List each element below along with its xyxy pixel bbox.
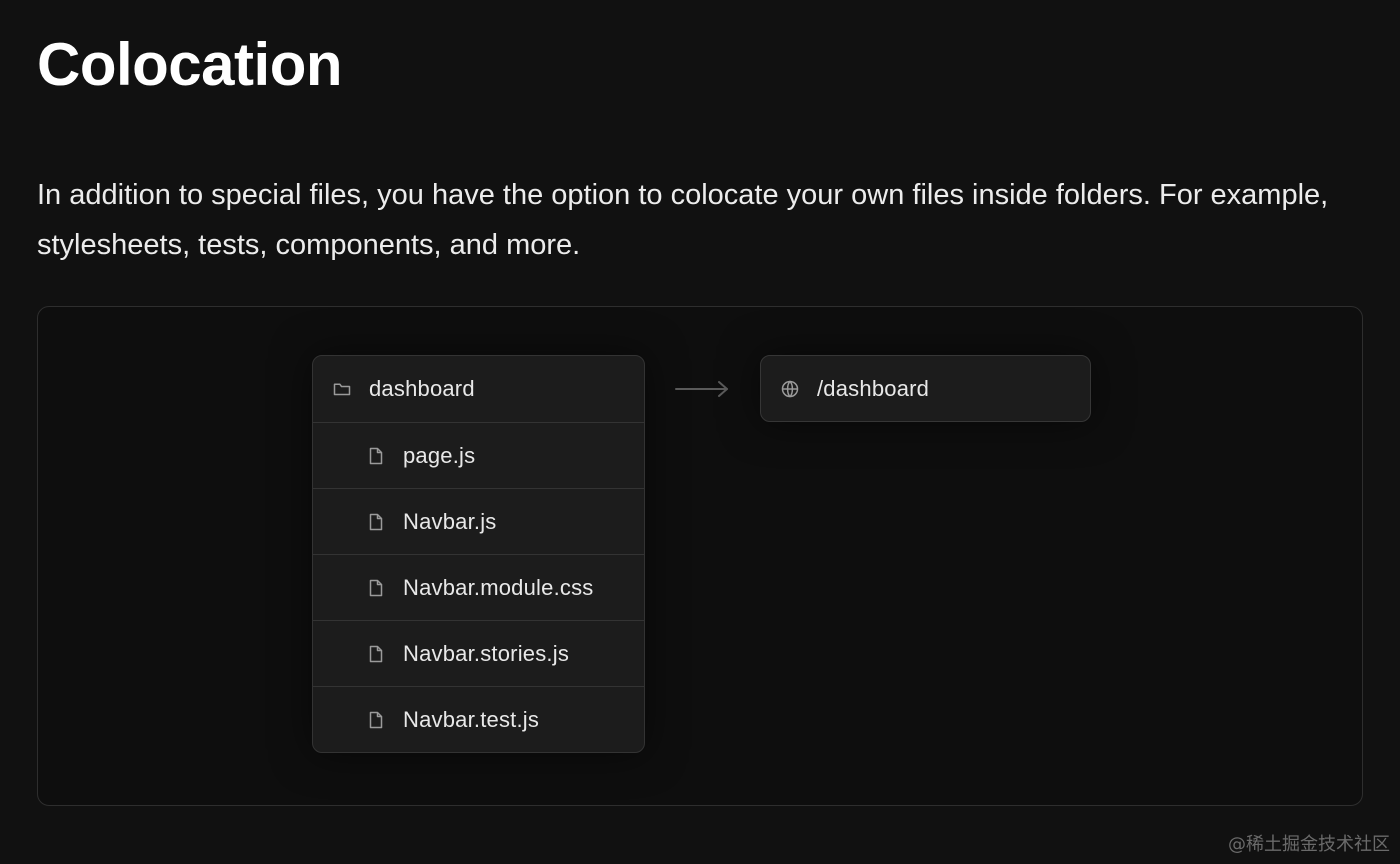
tree-row-file: Navbar.stories.js <box>313 620 644 686</box>
tree-row-file: Navbar.test.js <box>313 686 644 752</box>
file-tree: dashboard page.js Navbar.js Navbar.modul… <box>312 355 645 753</box>
tree-row-file: Navbar.js <box>313 488 644 554</box>
route-diagram: dashboard page.js Navbar.js Navbar.modul… <box>37 306 1363 806</box>
tree-row-file: page.js <box>313 422 644 488</box>
file-icon <box>366 446 386 466</box>
arrow-right-icon <box>675 381 728 397</box>
file-label: Navbar.stories.js <box>403 640 570 666</box>
file-label: Navbar.test.js <box>403 706 540 732</box>
file-icon <box>366 644 386 664</box>
globe-icon <box>780 379 800 399</box>
file-icon <box>366 578 386 598</box>
tree-row-file: Navbar.module.css <box>313 554 644 620</box>
file-label: Navbar.module.css <box>403 574 594 600</box>
folder-label: dashboard <box>369 376 475 401</box>
file-icon <box>366 710 386 730</box>
route-label: /dashboard <box>817 375 930 401</box>
watermark: @稀土掘金技术社区 <box>1228 834 1390 855</box>
folder-icon <box>332 379 352 399</box>
tree-row-folder: dashboard <box>313 356 644 422</box>
route-box: /dashboard <box>760 355 1091 422</box>
file-label: page.js <box>403 442 476 468</box>
file-icon <box>366 512 386 532</box>
file-label: Navbar.js <box>403 508 497 534</box>
page-title: Colocation <box>37 31 343 98</box>
intro-paragraph: In addition to special files, you have t… <box>37 179 1329 261</box>
